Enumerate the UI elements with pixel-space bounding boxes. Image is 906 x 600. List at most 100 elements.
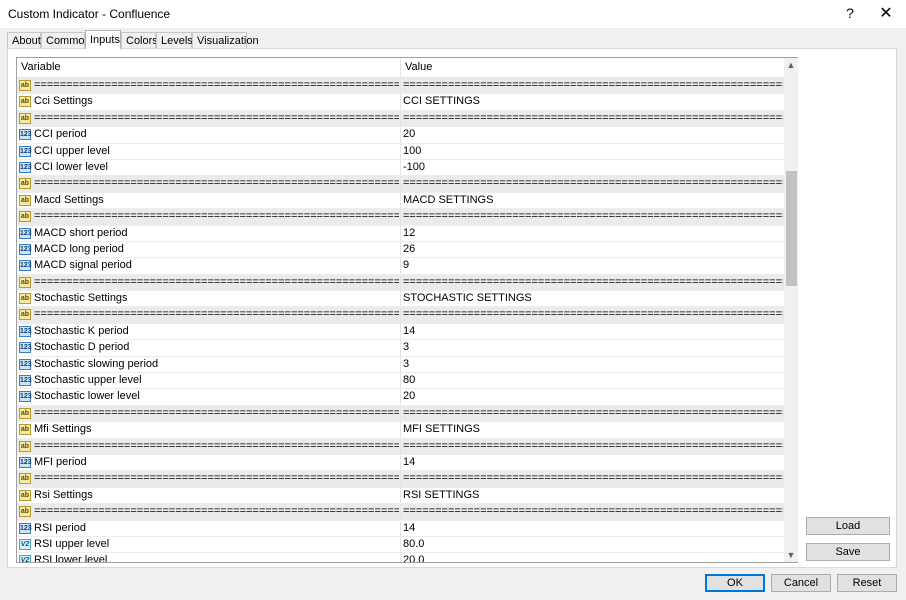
variable-value[interactable]: 14 bbox=[403, 324, 783, 340]
tab-about[interactable]: About bbox=[7, 32, 41, 48]
table-row[interactable]: 123 RSI period 14 bbox=[17, 520, 785, 537]
variable-name: Macd Settings bbox=[34, 193, 104, 206]
table-row[interactable]: ab ======================================… bbox=[17, 78, 785, 95]
table-row[interactable]: 123 CCI lower level -100 bbox=[17, 159, 785, 177]
variable-value[interactable]: MFI SETTINGS bbox=[403, 422, 783, 438]
table-row[interactable]: 123 CCI period 20 bbox=[17, 127, 785, 144]
variable-value[interactable]: ========================================… bbox=[403, 209, 783, 225]
table-row[interactable]: 123 Stochastic lower level 20 bbox=[17, 389, 785, 406]
integer-type-icon: 123 bbox=[19, 227, 32, 239]
scroll-down-icon[interactable]: ▼ bbox=[784, 548, 798, 562]
variable-value[interactable]: STOCHASTIC SETTINGS bbox=[403, 291, 783, 307]
tab-levels[interactable]: Levels bbox=[156, 32, 193, 48]
table-row[interactable]: 123 Stochastic D period 3 bbox=[17, 340, 785, 357]
close-button[interactable]: ✕ bbox=[868, 0, 904, 28]
scroll-up-icon[interactable]: ▲ bbox=[784, 58, 798, 72]
table-row[interactable]: ab Stochastic Settings STOCHASTIC SETTINGS bbox=[17, 291, 785, 308]
table-row[interactable]: 123 MACD signal period 9 bbox=[17, 258, 785, 275]
column-divider bbox=[400, 373, 401, 389]
table-row[interactable]: 123 Stochastic slowing period 3 bbox=[17, 356, 785, 374]
column-header-value[interactable]: Value bbox=[401, 58, 785, 77]
variable-value[interactable]: 80 bbox=[403, 373, 783, 389]
column-divider bbox=[400, 307, 401, 323]
variable-value[interactable]: 12 bbox=[403, 226, 783, 242]
reset-button[interactable]: Reset bbox=[837, 574, 897, 592]
variable-name: Stochastic lower level bbox=[34, 390, 140, 403]
variable-value[interactable]: RSI SETTINGS bbox=[403, 488, 783, 504]
variable-value[interactable]: MACD SETTINGS bbox=[403, 193, 783, 209]
table-row[interactable]: 123 MACD long period 26 bbox=[17, 241, 785, 259]
variable-value[interactable]: -100 bbox=[403, 160, 783, 176]
variable-value[interactable]: CCI SETTINGS bbox=[403, 94, 783, 110]
load-button[interactable]: Load bbox=[806, 517, 890, 535]
integer-type-icon: 123 bbox=[19, 342, 32, 354]
tab-inputs[interactable]: Inputs bbox=[85, 30, 121, 49]
table-row[interactable]: 123 Stochastic K period 14 bbox=[17, 323, 785, 341]
table-row[interactable]: V2 RSI upper level 80.0 bbox=[17, 536, 785, 554]
table-row[interactable]: ab ======================================… bbox=[17, 438, 785, 455]
variable-value[interactable]: 9 bbox=[403, 258, 783, 274]
variable-value[interactable]: 80.0 bbox=[403, 537, 783, 553]
variable-value[interactable]: 3 bbox=[403, 357, 783, 373]
cancel-button[interactable]: Cancel bbox=[771, 574, 831, 592]
variable-name: ========================================… bbox=[34, 505, 399, 518]
variable-value[interactable]: 14 bbox=[403, 521, 783, 537]
table-row[interactable]: ab ======================================… bbox=[17, 471, 785, 488]
table-row[interactable]: ab Cci Settings CCI SETTINGS bbox=[17, 94, 785, 111]
variable-value[interactable]: 3 bbox=[403, 340, 783, 356]
tab-visualization[interactable]: Visualization bbox=[192, 32, 259, 48]
variable-value[interactable]: 20 bbox=[403, 127, 783, 143]
table-row[interactable]: ab ======================================… bbox=[17, 274, 785, 292]
table-row[interactable]: 123 Stochastic upper level 80 bbox=[17, 373, 785, 390]
column-divider bbox=[400, 422, 401, 438]
variable-value[interactable]: ========================================… bbox=[403, 504, 783, 520]
table-row[interactable]: ab ======================================… bbox=[17, 110, 785, 128]
tab-common[interactable]: Common bbox=[41, 32, 91, 48]
variable-value[interactable]: ========================================… bbox=[403, 78, 783, 94]
variable-value[interactable]: ========================================… bbox=[403, 307, 783, 323]
column-divider bbox=[400, 225, 401, 241]
column-divider bbox=[400, 274, 401, 291]
tab-colors[interactable]: Colors bbox=[121, 32, 158, 48]
table-row[interactable]: ab ======================================… bbox=[17, 209, 785, 226]
variable-name: RSI period bbox=[34, 521, 86, 534]
column-divider bbox=[400, 258, 401, 274]
vertical-scrollbar[interactable]: ▲ ▼ bbox=[784, 58, 798, 562]
table-row[interactable]: ab ======================================… bbox=[17, 504, 785, 521]
integer-type-icon: 123 bbox=[19, 522, 32, 534]
table-row[interactable]: ab Rsi Settings RSI SETTINGS bbox=[17, 487, 785, 505]
variable-value[interactable]: ========================================… bbox=[403, 439, 783, 455]
variable-name: MACD short period bbox=[34, 226, 128, 239]
variable-value[interactable]: 14 bbox=[403, 455, 783, 471]
variable-value[interactable]: 20.0 bbox=[403, 553, 783, 562]
table-row[interactable]: 123 CCI upper level 100 bbox=[17, 143, 785, 160]
variable-value[interactable]: ========================================… bbox=[403, 176, 783, 192]
column-header-variable[interactable]: Variable bbox=[17, 58, 401, 77]
string-type-icon: ab bbox=[19, 194, 31, 206]
string-type-icon: ab bbox=[19, 407, 31, 419]
table-row[interactable]: ab ======================================… bbox=[17, 176, 785, 193]
table-row[interactable]: V2 RSI lower level 20.0 bbox=[17, 553, 785, 562]
help-button[interactable]: ? bbox=[832, 0, 868, 28]
table-row[interactable]: ab ======================================… bbox=[17, 405, 785, 423]
variable-value[interactable]: ========================================… bbox=[403, 406, 783, 422]
save-button[interactable]: Save bbox=[806, 543, 890, 561]
table-row[interactable]: ab Macd Settings MACD SETTINGS bbox=[17, 192, 785, 210]
table-row[interactable]: ab Mfi Settings MFI SETTINGS bbox=[17, 422, 785, 439]
table-row[interactable]: 123 MACD short period 12 bbox=[17, 225, 785, 242]
ok-button[interactable]: OK bbox=[705, 574, 765, 592]
grid-header: Variable Value bbox=[17, 58, 785, 78]
table-row[interactable]: 123 MFI period 14 bbox=[17, 454, 785, 472]
variable-value[interactable]: ========================================… bbox=[403, 275, 783, 291]
column-divider bbox=[400, 94, 401, 110]
scroll-thumb[interactable] bbox=[786, 171, 797, 286]
variable-value[interactable]: 26 bbox=[403, 242, 783, 258]
variable-value[interactable]: 20 bbox=[403, 389, 783, 405]
variable-name: CCI lower level bbox=[34, 160, 108, 173]
integer-type-icon: 123 bbox=[19, 243, 32, 255]
integer-type-icon: 123 bbox=[19, 375, 32, 387]
variable-value[interactable]: ========================================… bbox=[403, 111, 783, 127]
table-row[interactable]: ab ======================================… bbox=[17, 307, 785, 324]
variable-value[interactable]: ========================================… bbox=[403, 471, 783, 487]
variable-value[interactable]: 100 bbox=[403, 144, 783, 160]
